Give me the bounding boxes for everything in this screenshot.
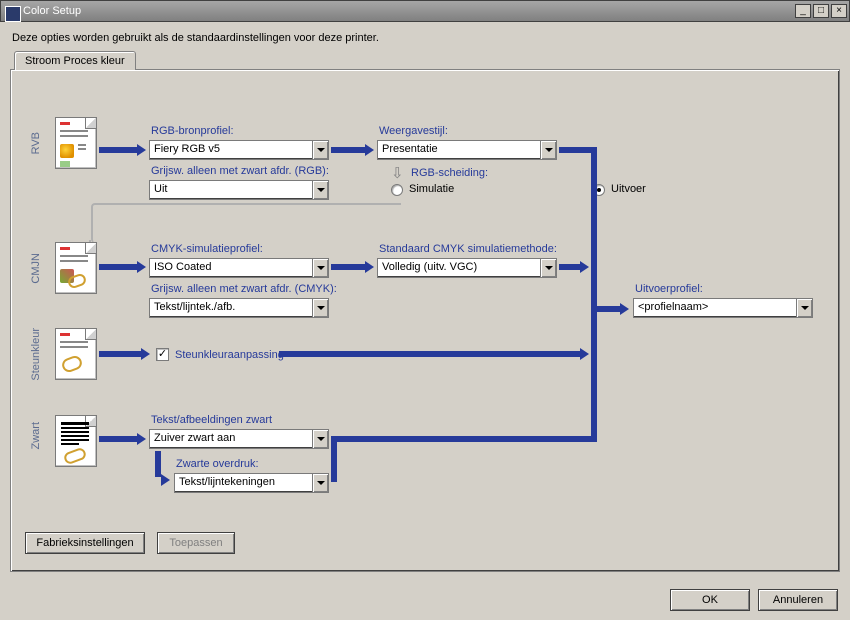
flow-line	[279, 351, 581, 357]
zwart-icon	[55, 415, 97, 467]
description-text: Deze opties worden gebruikt als de stand…	[0, 22, 850, 50]
rvb-icon	[55, 117, 97, 169]
button-label: Fabrieksinstellingen	[36, 537, 133, 549]
arrow-right-icon	[580, 261, 589, 273]
window-buttons: _ □ ×	[795, 4, 847, 18]
ok-button[interactable]: OK	[670, 589, 750, 611]
section-label-cmjn: CMJN	[30, 253, 42, 284]
label-rgb-scheiding: RGB-scheiding:	[411, 167, 488, 179]
label-zwarte-overdruk: Zwarte overdruk:	[176, 458, 259, 470]
maximize-icon: □	[818, 6, 824, 16]
dropdown-value: Presentatie	[378, 141, 540, 159]
label-cmyk-sim: CMYK-simulatieprofiel:	[151, 243, 263, 255]
chevron-down-icon	[540, 259, 556, 277]
dropdown-value: Volledig (uitv. VGC)	[378, 259, 540, 277]
button-label: Annuleren	[773, 594, 823, 606]
flow-line	[99, 264, 137, 270]
label-uitvoerprofiel: Uitvoerprofiel:	[635, 283, 703, 295]
dropdown-rgb-bronprofiel[interactable]: Fiery RGB v5	[149, 140, 329, 160]
dropdown-uitvoerprofiel[interactable]: <profielnaam>	[633, 298, 813, 318]
arrow-right-icon	[365, 144, 374, 156]
down-arrow-icon: ⇩	[391, 164, 404, 182]
radio-simulatie[interactable]	[391, 184, 403, 196]
arrow-right-icon	[365, 261, 374, 273]
label-steunkleur: Steunkleuraanpassing	[175, 349, 284, 361]
dropdown-value: <profielnaam>	[634, 299, 796, 317]
chevron-down-icon	[312, 259, 328, 277]
flow-line	[591, 147, 597, 355]
dropdown-value: Tekst/lijntek./afb.	[150, 299, 312, 317]
arrow-right-icon	[620, 303, 629, 315]
arrow-right-icon	[137, 261, 146, 273]
label-weergavestijl: Weergavestijl:	[379, 125, 448, 137]
label-rgb-bronprofiel: RGB-bronprofiel:	[151, 125, 234, 137]
flow-line	[99, 351, 141, 357]
flow-line	[559, 264, 581, 270]
arrow-right-icon	[137, 433, 146, 445]
close-icon: ×	[836, 6, 842, 16]
tab-panel: RVB RGB-bronprofiel: Fiery RGB v5 Weerga…	[10, 69, 840, 572]
dropdown-grijs-cmyk[interactable]: Tekst/lijntek./afb.	[149, 298, 329, 318]
dropdown-value: Fiery RGB v5	[150, 141, 312, 159]
checkbox-steunkleur[interactable]: ✓	[156, 348, 169, 361]
button-label: Toepassen	[169, 537, 222, 549]
section-label-rvb: RVB	[30, 132, 42, 154]
arrow-right-icon	[137, 144, 146, 156]
chevron-down-icon	[312, 299, 328, 317]
flow-line	[99, 436, 137, 442]
dropdown-cmyk-method[interactable]: Volledig (uitv. VGC)	[377, 258, 557, 278]
label-cmyk-method: Standaard CMYK simulatiemethode:	[379, 243, 557, 255]
minimize-icon: _	[800, 6, 806, 16]
button-label: OK	[702, 594, 718, 606]
dropdown-tekst-zwart[interactable]: Zuiver zwart aan	[149, 429, 329, 449]
radio-simulatie-label: Simulatie	[409, 183, 454, 195]
chevron-down-icon	[540, 141, 556, 159]
chevron-down-icon	[312, 181, 328, 199]
steunkleur-icon	[55, 328, 97, 380]
flow-line	[331, 436, 591, 442]
flow-line	[591, 355, 597, 442]
dropdown-cmyk-sim[interactable]: ISO Coated	[149, 258, 329, 278]
tab-stroom-proces-kleur[interactable]: Stroom Proces kleur	[14, 51, 136, 70]
arrow-right-icon	[161, 474, 170, 486]
section-label-zwart: Zwart	[30, 422, 42, 450]
toepassen-button[interactable]: Toepassen	[157, 532, 235, 554]
flow-line	[331, 147, 365, 153]
chevron-down-icon	[312, 141, 328, 159]
tab-bar: Stroom Proces kleur	[0, 50, 850, 69]
flow-line	[331, 264, 365, 270]
cmjn-icon	[55, 242, 97, 294]
chevron-down-icon	[312, 474, 328, 492]
radio-uitvoer-label: Uitvoer	[611, 183, 646, 195]
chevron-down-icon	[796, 299, 812, 317]
dropdown-weergavestijl[interactable]: Presentatie	[377, 140, 557, 160]
label-grijs-cmyk: Grijsw. alleen met zwart afdr. (CMYK):	[151, 283, 337, 295]
bottom-bar: OK Annuleren	[0, 580, 850, 620]
bracket	[91, 203, 401, 243]
dropdown-value: Zuiver zwart aan	[150, 430, 312, 448]
flow-line	[99, 147, 137, 153]
maximize-button[interactable]: □	[813, 4, 829, 18]
section-label-steunkleur: Steunkleur	[30, 328, 42, 381]
annuleren-button[interactable]: Annuleren	[758, 589, 838, 611]
minimize-button[interactable]: _	[795, 4, 811, 18]
fabrieksinstellingen-button[interactable]: Fabrieksinstellingen	[25, 532, 145, 554]
label-grijs-rgb: Grijsw. alleen met zwart afdr. (RGB):	[151, 165, 329, 177]
label-tekst-zwart: Tekst/afbeeldingen zwart	[151, 414, 272, 426]
dropdown-value: ISO Coated	[150, 259, 312, 277]
close-button[interactable]: ×	[831, 4, 847, 18]
dropdown-grijs-rgb[interactable]: Uit	[149, 180, 329, 200]
flow-line	[559, 147, 595, 153]
titlebar: Color Setup _ □ ×	[0, 0, 850, 22]
window-title: Color Setup	[5, 5, 795, 17]
dropdown-zwarte-overdruk[interactable]: Tekst/lijntekeningen	[174, 473, 329, 493]
dropdown-value: Uit	[150, 181, 312, 199]
dropdown-value: Tekst/lijntekeningen	[175, 474, 312, 492]
arrow-right-icon	[580, 348, 589, 360]
flow-line	[595, 306, 621, 312]
flow-line	[331, 476, 337, 482]
chevron-down-icon	[312, 430, 328, 448]
arrow-right-icon	[141, 348, 150, 360]
